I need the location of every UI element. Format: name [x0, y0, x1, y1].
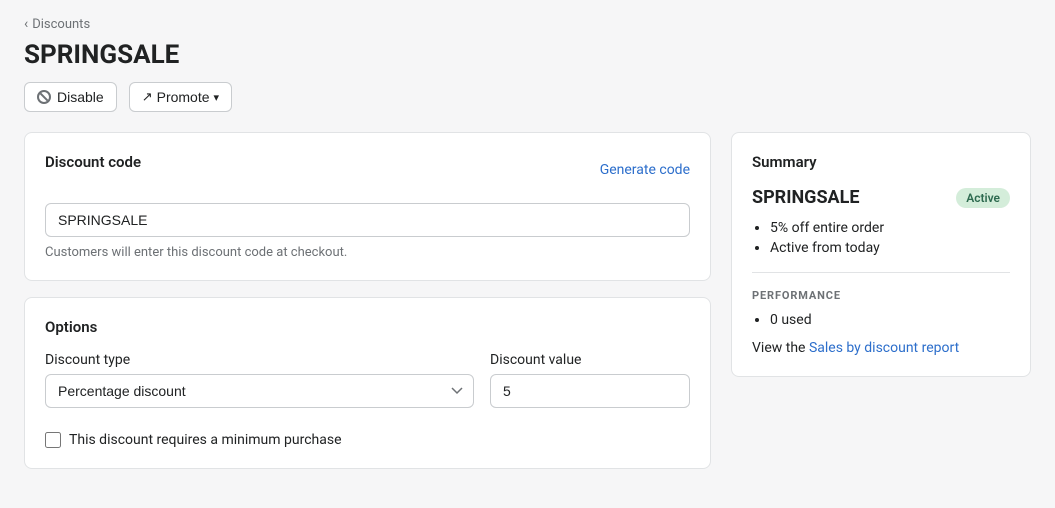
performance-title: PERFORMANCE: [752, 289, 1010, 302]
section-divider: [752, 272, 1010, 273]
disable-button[interactable]: Disable: [24, 82, 117, 112]
summary-title: Summary: [752, 153, 1010, 171]
page-title: SPRINGSALE: [24, 40, 1031, 70]
action-bar: Disable ↗ Promote ▾: [24, 82, 1031, 112]
promote-button[interactable]: ↗ Promote ▾: [129, 82, 232, 112]
discount-type-group: Discount type Percentage discountFixed a…: [45, 352, 474, 408]
promote-chevron-icon: ▾: [214, 91, 220, 104]
left-column: Discount code Generate code Customers wi…: [24, 132, 711, 469]
summary-code-row: SPRINGSALE Active: [752, 187, 1010, 208]
report-link-row: View the Sales by discount report: [752, 340, 1010, 356]
summary-detail-item: 5% off entire order: [770, 220, 1010, 236]
discount-code-card-header: Discount code Generate code: [45, 153, 690, 187]
summary-detail-item: Active from today: [770, 240, 1010, 256]
back-arrow-icon: ‹: [24, 16, 28, 32]
min-purchase-row: This discount requires a minimum purchas…: [45, 428, 690, 448]
discount-code-hint: Customers will enter this discount code …: [45, 245, 690, 260]
discount-value-group: Discount value %: [490, 352, 690, 408]
discount-type-select[interactable]: Percentage discountFixed amount discount…: [45, 374, 474, 408]
discount-value-input[interactable]: [491, 375, 690, 407]
options-card: Options Discount type Percentage discoun…: [24, 297, 711, 469]
discount-value-input-wrap: %: [490, 374, 690, 408]
options-title: Options: [45, 318, 690, 336]
options-grid: Discount type Percentage discountFixed a…: [45, 352, 690, 408]
right-column: Summary SPRINGSALE Active 5% off entire …: [731, 132, 1031, 377]
back-link[interactable]: ‹ Discounts: [24, 16, 90, 32]
promote-icon: ↗: [142, 89, 153, 105]
summary-code: SPRINGSALE: [752, 187, 860, 208]
discount-code-title: Discount code: [45, 153, 141, 171]
summary-details-list: 5% off entire order Active from today: [752, 220, 1010, 256]
generate-code-link[interactable]: Generate code: [600, 162, 690, 178]
sales-by-discount-report-link[interactable]: Sales by discount report: [809, 340, 959, 356]
main-layout: Discount code Generate code Customers wi…: [24, 132, 1031, 469]
discount-code-card: Discount code Generate code Customers wi…: [24, 132, 711, 281]
discount-code-input[interactable]: [45, 203, 690, 237]
performance-list: 0 used: [752, 312, 1010, 328]
discount-value-label: Discount value: [490, 352, 690, 368]
min-purchase-label: This discount requires a minimum purchas…: [69, 432, 342, 448]
disable-label: Disable: [57, 89, 104, 105]
disable-icon: [37, 90, 51, 104]
min-purchase-checkbox[interactable]: [45, 432, 61, 448]
summary-card: Summary SPRINGSALE Active 5% off entire …: [731, 132, 1031, 377]
status-badge: Active: [956, 188, 1010, 208]
report-prefix: View the: [752, 340, 809, 356]
discount-type-label: Discount type: [45, 352, 474, 368]
performance-item: 0 used: [770, 312, 1010, 328]
promote-label: Promote: [157, 89, 210, 105]
breadcrumb-label: Discounts: [32, 17, 90, 32]
